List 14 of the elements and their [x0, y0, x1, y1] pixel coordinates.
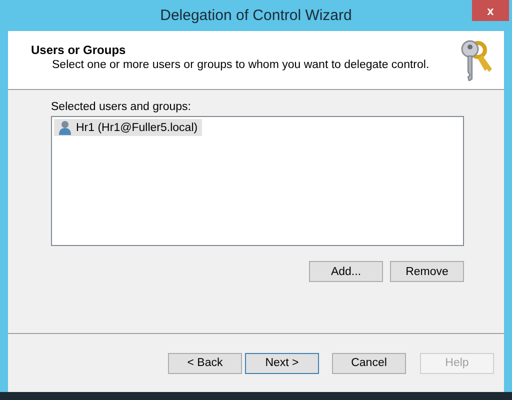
list-button[interactable]: Add...: [309, 261, 383, 282]
page-subtitle: Select one or more users or groups to whom you want to delegate control.: [51, 59, 430, 71]
user-name: Hr1 (Hr1@Fuller5.local): [76, 122, 198, 134]
wizard-button[interactable]: Cancel: [332, 352, 406, 374]
user-list-item[interactable]: Hr1 (Hr1@Fuller5.local): [54, 119, 202, 136]
wizard-button[interactable]: Next >: [245, 352, 319, 374]
wizard-button[interactable]: < Back: [168, 352, 242, 374]
users-list[interactable]: Hr1 (Hr1@Fuller5.local): [51, 116, 464, 246]
user-icon: [58, 120, 72, 135]
page-title: Users or Groups: [31, 43, 127, 57]
list-button[interactable]: Remove: [390, 261, 464, 282]
window-title: Delegation of Control Wizard: [160, 7, 352, 24]
close-button[interactable]: x: [472, 0, 509, 21]
list-label: Selected users and groups:: [51, 101, 192, 113]
